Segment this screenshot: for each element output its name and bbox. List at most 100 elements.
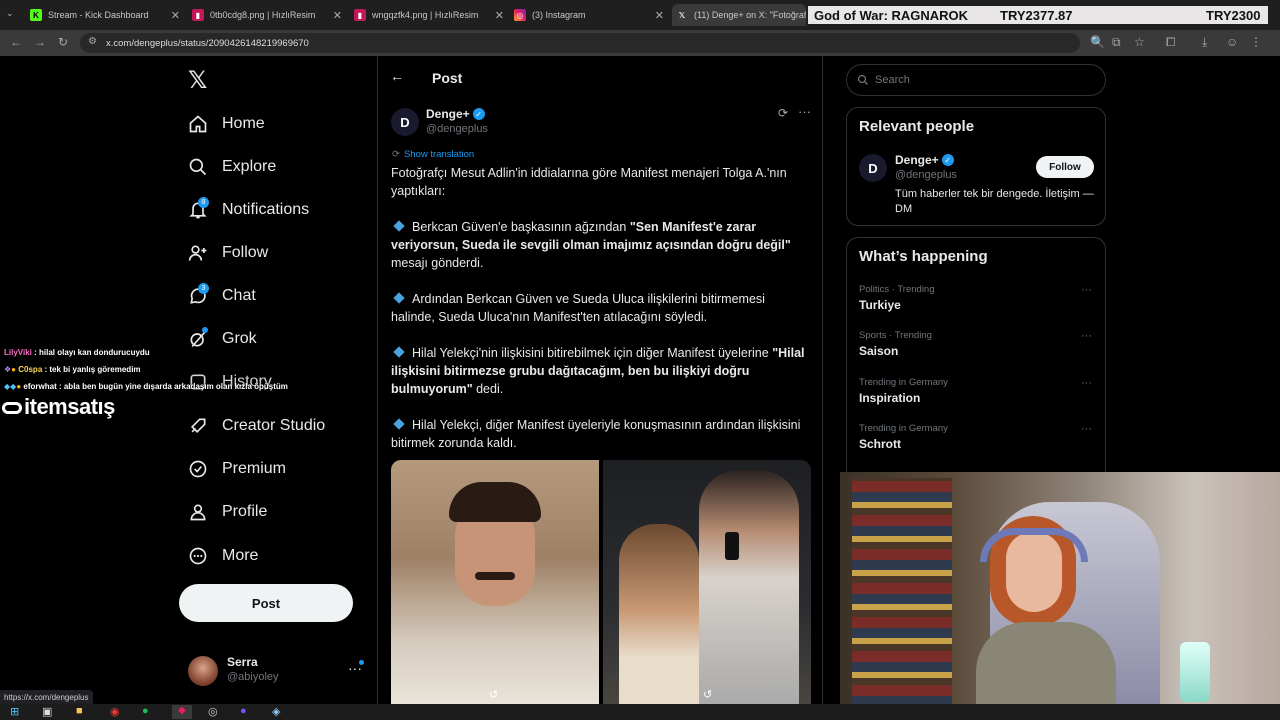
tab-title: (11) Denge+ on X: "Fotoğrafç xyxy=(694,10,806,20)
post-button[interactable]: Post xyxy=(179,584,353,622)
bookmark-star-icon[interactable]: ☆ xyxy=(1134,35,1145,49)
tab-title: wngqzfk4.png | HızlıResim xyxy=(372,10,479,20)
obs-icon[interactable]: ◎ xyxy=(208,705,218,718)
close-icon[interactable]: ✕ xyxy=(333,9,342,22)
author-avatar[interactable]: D xyxy=(391,108,419,136)
more-dots-icon[interactable]: ··· xyxy=(1081,377,1092,389)
photo-hair xyxy=(449,482,541,522)
show-translation-link[interactable]: ⟳ Show translation xyxy=(392,149,474,160)
back-icon[interactable]: ← xyxy=(10,35,22,49)
text-run: Hilal Yelekçi'nin ilişkisini bitirebilme… xyxy=(412,346,773,360)
tab-hizliresim-1[interactable]: ▮ 0tb0cdg8.png | HızlıResim ✕ xyxy=(192,4,342,26)
address-bar[interactable]: ⚙ x.com/dengeplus/status/209042614821996… xyxy=(80,33,1080,53)
blue-diamond-icon xyxy=(393,292,405,304)
avatar[interactable]: D xyxy=(859,154,887,182)
status-bar-url: https://x.com/dengeplus xyxy=(0,690,93,704)
close-icon[interactable]: ✕ xyxy=(655,9,664,22)
site-info-icon[interactable]: ⚙ xyxy=(88,36,97,47)
search-box[interactable] xyxy=(846,64,1106,96)
search-icon xyxy=(186,155,210,179)
trend-item[interactable]: Politics · Trending Turkiye ··· xyxy=(847,278,1105,318)
author-name-text: Denge+ xyxy=(426,107,470,121)
tab-instagram[interactable]: ◎ (3) Instagram ✕ xyxy=(514,4,664,26)
nav-profile[interactable]: Profile xyxy=(186,494,267,530)
nav-premium[interactable]: Premium xyxy=(186,451,286,487)
close-icon[interactable]: ✕ xyxy=(495,9,504,22)
nav-home[interactable]: Home xyxy=(186,106,265,142)
tab-hizliresim-2[interactable]: ▮ wngqzfk4.png | HızlıResim ✕ xyxy=(354,4,504,26)
nav-label: Chat xyxy=(222,287,256,304)
reload-icon[interactable]: ↻ xyxy=(58,35,68,49)
hizliresim-icon: ▮ xyxy=(192,9,204,21)
trend-item[interactable]: Trending in Germany Inspiration ··· xyxy=(847,371,1105,411)
page-title: Post xyxy=(432,70,463,86)
back-arrow-icon[interactable]: ← xyxy=(390,68,404,84)
chat-message: LilyViki : hilal olayı kan dondurucuydu xyxy=(4,348,150,357)
nav-notifications[interactable]: 8 Notifications xyxy=(186,192,309,228)
tab-title: (3) Instagram xyxy=(532,10,586,20)
x-logo-icon[interactable]: 𝕏 xyxy=(188,66,207,95)
url-text: x.com/dengeplus/status/20904261482199696… xyxy=(106,37,309,49)
relevant-handle[interactable]: @dengeplus xyxy=(895,169,957,181)
trend-name: Turkiye xyxy=(859,298,901,312)
trend-meta: Trending in Germany xyxy=(859,377,948,388)
post-image-2[interactable]: ↺ xyxy=(603,460,811,706)
game-price-banner: God of War: RAGNAROK TRY2377.87 TRY2300 xyxy=(808,6,1268,24)
author-handle[interactable]: @dengeplus xyxy=(426,123,488,135)
unread-dot xyxy=(359,660,364,665)
zoom-icon[interactable]: 🔍 xyxy=(1090,35,1105,49)
search-input[interactable] xyxy=(875,74,1075,86)
forward-icon[interactable]: → xyxy=(34,35,46,49)
more-dots-icon[interactable]: ··· xyxy=(798,104,811,119)
nav-label: More xyxy=(222,547,259,564)
steam-icon[interactable]: ◈ xyxy=(272,705,280,718)
discord-icon[interactable]: ● xyxy=(240,705,247,717)
install-icon[interactable]: ⧉ xyxy=(1112,35,1121,50)
photo-woman xyxy=(619,524,699,706)
extensions-icon[interactable]: ⧠ xyxy=(1166,35,1176,50)
nav-label: Grok xyxy=(222,330,257,347)
tab-x-post[interactable]: 𝕏 (11) Denge+ on X: "Fotoğrafç xyxy=(672,4,806,26)
nav-explore[interactable]: Explore xyxy=(186,149,276,185)
windows-start-icon[interactable]: ⊞ xyxy=(10,705,19,718)
post-image-1[interactable]: ↺ xyxy=(391,460,599,706)
notification-badge: 8 xyxy=(198,197,209,208)
trend-name: Schrott xyxy=(859,437,901,451)
spotify-icon[interactable]: ● xyxy=(142,705,149,717)
more-dots-icon[interactable]: ··· xyxy=(1081,423,1092,435)
download-icon[interactable]: ⤓ xyxy=(1202,35,1207,50)
relevant-name[interactable]: Denge+ ✓ xyxy=(895,153,954,167)
app-icon[interactable]: ◆ xyxy=(172,705,192,719)
task-view-icon[interactable]: ▣ xyxy=(42,705,52,718)
text-run: Berkcan Güven'e başkasının ağzından xyxy=(412,220,630,234)
nav-grok[interactable]: Grok xyxy=(186,321,257,357)
chat-user: eforwhat xyxy=(23,382,57,391)
text-run: mesajı gönderdi. xyxy=(391,256,484,270)
menu-icon[interactable]: ⋮ xyxy=(1250,35,1262,49)
chrome-icon[interactable]: ◉ xyxy=(110,705,120,718)
author-name[interactable]: Denge+ ✓ xyxy=(426,107,485,121)
account-switcher[interactable]: Serra @abiyoley ··· xyxy=(186,654,376,688)
add-person-icon xyxy=(186,241,210,265)
tab-kick[interactable]: K Stream - Kick Dashboard ✕ xyxy=(30,4,180,26)
more-dots-icon[interactable]: ··· xyxy=(1081,330,1092,342)
profile-icon[interactable]: ☺ xyxy=(1226,35,1238,49)
trend-item[interactable]: Trending in Germany Schrott ··· xyxy=(847,417,1105,457)
chat-user: C0spa xyxy=(18,365,43,374)
trend-item[interactable]: Sports · Trending Saison ··· xyxy=(847,324,1105,364)
follow-button[interactable]: Follow xyxy=(1036,156,1094,178)
more-dots-icon[interactable]: ··· xyxy=(1081,284,1092,296)
media-gif-icon: ↺ xyxy=(489,689,499,701)
nav-more[interactable]: More xyxy=(186,538,258,574)
nav-follow[interactable]: Follow xyxy=(186,235,268,271)
tab-search-icon[interactable]: ⌄ xyxy=(6,8,20,22)
game-title: God of War: RAGNAROK xyxy=(814,7,969,23)
file-explorer-icon[interactable]: ■ xyxy=(76,705,83,717)
post-paragraph: Hilal Yelekçi, diğer Manifest üyeleriyle… xyxy=(391,416,811,452)
nav-chat[interactable]: 3 Chat xyxy=(186,278,256,314)
card-title: Relevant people xyxy=(859,118,975,135)
close-icon[interactable]: ✕ xyxy=(171,9,180,22)
nav-creator-studio[interactable]: Creator Studio xyxy=(186,408,325,444)
search-icon xyxy=(857,74,868,85)
grok-explain-icon[interactable]: ⟳ xyxy=(778,106,788,120)
